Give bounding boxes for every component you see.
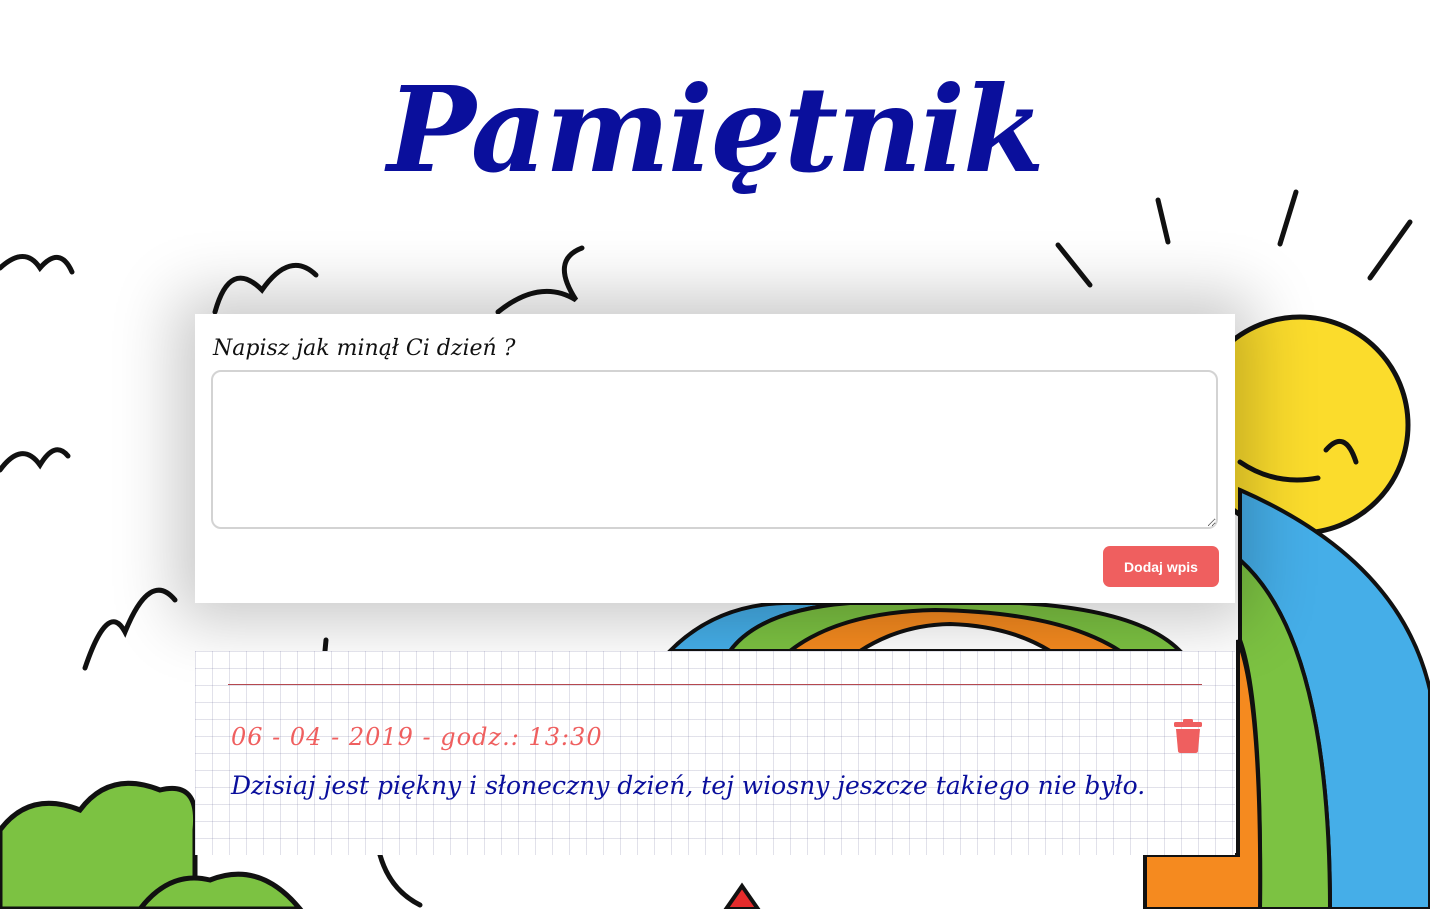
trash-icon xyxy=(1174,719,1202,753)
page-title: Pamiętnik xyxy=(387,60,1045,199)
new-entry-form: Napisz jak minął Ci dzień ? Dodaj wpis xyxy=(195,314,1235,603)
entries-list: 06 - 04 - 2019 - godz.: 13:30 Dzisiaj je… xyxy=(195,651,1235,855)
entry-input-label: Napisz jak minął Ci dzień ? xyxy=(213,336,516,361)
entry-textarea[interactable] xyxy=(211,370,1218,529)
margin-rule-line xyxy=(228,684,1202,685)
entry-date: 06 - 04 - 2019 - godz.: 13:30 xyxy=(231,723,603,751)
delete-entry-button[interactable] xyxy=(1173,719,1203,753)
add-entry-button[interactable]: Dodaj wpis xyxy=(1103,546,1219,587)
entry-text: Dzisiaj jest piękny i słoneczny dzień, t… xyxy=(231,771,1146,800)
page: Pamiętnik Napisz jak minął Ci dzień ? Do… xyxy=(0,0,1430,909)
